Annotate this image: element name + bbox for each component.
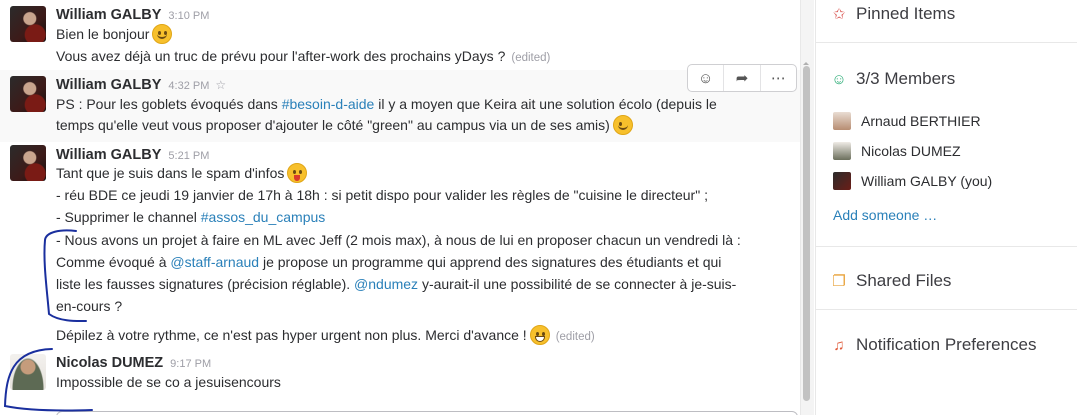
members-count: 3/3	[856, 69, 880, 88]
message-line: je propose un programme qui apprend des …	[259, 254, 722, 270]
user-mention[interactable]: @staff-arnaud	[170, 254, 259, 270]
message-text: liste les fausses signatures (précision …	[56, 274, 736, 295]
add-reaction-icon[interactable]: ☺	[688, 65, 725, 91]
message-line: liste les fausses signatures (précision …	[56, 276, 355, 292]
member-item[interactable]: Nicolas DUMEZ	[833, 142, 961, 160]
members-label: Members	[884, 69, 956, 88]
pinned-items-header[interactable]: ✩ Pinned Items	[830, 4, 956, 24]
smile-emoji-icon	[152, 24, 173, 44]
member-icon: ☺	[831, 71, 847, 88]
members-header[interactable]: ☺ 3/3 Members	[830, 69, 955, 89]
files-icon: ❐	[832, 273, 846, 290]
message-list[interactable]: William GALBY 3:10 PM Bien le bonjour Vou…	[0, 0, 800, 415]
divider	[816, 246, 1077, 247]
notification-preferences-header[interactable]: ♫ Notification Preferences	[830, 335, 1036, 355]
bell-icon: ♫	[833, 337, 845, 354]
message-author[interactable]: William GALBY	[56, 147, 161, 163]
message-text: - Supprimer le channel #assos_du_campus	[56, 207, 325, 228]
grin-emoji-icon	[529, 325, 550, 345]
edited-label: (edited)	[511, 52, 551, 64]
message-author[interactable]: William GALBY	[56, 77, 161, 93]
avatar	[833, 112, 851, 130]
pinned-items-label: Pinned Items	[856, 4, 956, 23]
message-line: Impossible de se co a jesuisencours	[56, 374, 281, 390]
message-text: PS : Pour les goblets évoqués dans #beso…	[56, 94, 717, 115]
channel-details-panel: ✩ Pinned Items ☺ 3/3 Members Arnaud BERTHI…	[815, 0, 1077, 415]
message-item: Nicolas DUMEZ 9:17 PM Impossible de se co…	[0, 350, 800, 410]
message-timestamp[interactable]: 4:32 PM	[168, 80, 209, 92]
member-name: Arnaud BERTHIER	[861, 113, 981, 129]
divider	[816, 42, 1077, 43]
message-line: Vous avez déjà un truc de prévu pour l'a…	[56, 48, 506, 64]
message-item: William GALBY 4:32 PM ☆ PS : Pour les gobl…	[0, 70, 800, 142]
shared-files-label: Shared Files	[856, 271, 952, 290]
message-text: Comme évoqué à @staff-arnaud je propose …	[56, 252, 721, 273]
divider	[816, 309, 1077, 310]
channel-link[interactable]: #besoin-d-aide	[282, 96, 375, 112]
message-text: temps qu'elle veut vous proposer d'ajout…	[56, 115, 633, 136]
member-name: William GALBY (you)	[861, 173, 993, 189]
message-line: - Nous avons un projet à faire en ML ave…	[56, 232, 741, 248]
message-line: Comme évoqué à	[56, 254, 171, 270]
wink-emoji-icon	[612, 115, 633, 135]
message-line: y-aurait-il une possibilité de se connec…	[418, 276, 737, 292]
message-timestamp[interactable]: 5:21 PM	[168, 150, 209, 162]
message-text: Bien le bonjour	[56, 24, 173, 45]
message-line: - réu BDE ce jeudi 19 janvier de 17h à 1…	[56, 187, 708, 203]
notification-preferences-label: Notification Preferences	[856, 335, 1037, 354]
shared-files-header[interactable]: ❐ Shared Files	[830, 271, 951, 291]
message-text: Vous avez déjà un truc de prévu pour l'a…	[56, 46, 550, 69]
channel-link[interactable]: #assos_du_campus	[201, 209, 326, 225]
message-actions: ☺ ➦ ⋯	[687, 64, 797, 92]
star-icon[interactable]: ☆	[215, 78, 226, 92]
add-someone-link[interactable]: Add someone …	[833, 207, 937, 223]
message-text: Tant que je suis dans le spam d'infos	[56, 163, 308, 184]
message-item: William GALBY 5:21 PM Tant que je suis da…	[0, 142, 800, 350]
member-item[interactable]: Arnaud BERTHIER	[833, 112, 981, 130]
avatar	[833, 172, 851, 190]
message-author[interactable]: Nicolas DUMEZ	[56, 355, 163, 371]
message-line: - Supprimer le channel	[56, 209, 201, 225]
message-line: Tant que je suis dans le spam d'infos	[56, 165, 285, 181]
member-name: Nicolas DUMEZ	[861, 143, 961, 159]
avatar	[833, 142, 851, 160]
message-line: il y a moyen que Keira ait une solution …	[374, 96, 717, 112]
message-timestamp[interactable]: 3:10 PM	[168, 10, 209, 22]
message-text: Dépilez à votre rythme, ce n'est pas hyp…	[56, 325, 595, 348]
scrollbar-thumb[interactable]	[803, 62, 810, 401]
tongue-emoji-icon	[287, 163, 308, 183]
avatar[interactable]	[10, 76, 46, 112]
more-icon[interactable]: ⋯	[761, 65, 796, 91]
edited-label: (edited)	[555, 331, 595, 343]
avatar[interactable]	[10, 354, 46, 390]
message-line: PS : Pour les goblets évoqués dans	[56, 96, 282, 112]
avatar[interactable]	[10, 6, 46, 42]
message-author[interactable]: William GALBY	[56, 7, 161, 23]
message-line: temps qu'elle veut vous proposer d'ajout…	[56, 117, 610, 133]
message-timestamp[interactable]: 9:17 PM	[170, 358, 211, 370]
user-mention[interactable]: @ndumez	[354, 276, 418, 292]
message-line: Dépilez à votre rythme, ce n'est pas hyp…	[56, 327, 527, 343]
pin-icon: ✩	[832, 6, 846, 23]
message-input[interactable]	[56, 411, 798, 415]
message-item: William GALBY 3:10 PM Bien le bonjour Vou…	[0, 0, 800, 70]
share-icon[interactable]: ➦	[724, 65, 761, 91]
message-line: en-cours ?	[56, 298, 123, 314]
message-line: Bien le bonjour	[56, 26, 150, 42]
member-item[interactable]: William GALBY (you)	[833, 172, 992, 190]
avatar[interactable]	[10, 145, 46, 181]
